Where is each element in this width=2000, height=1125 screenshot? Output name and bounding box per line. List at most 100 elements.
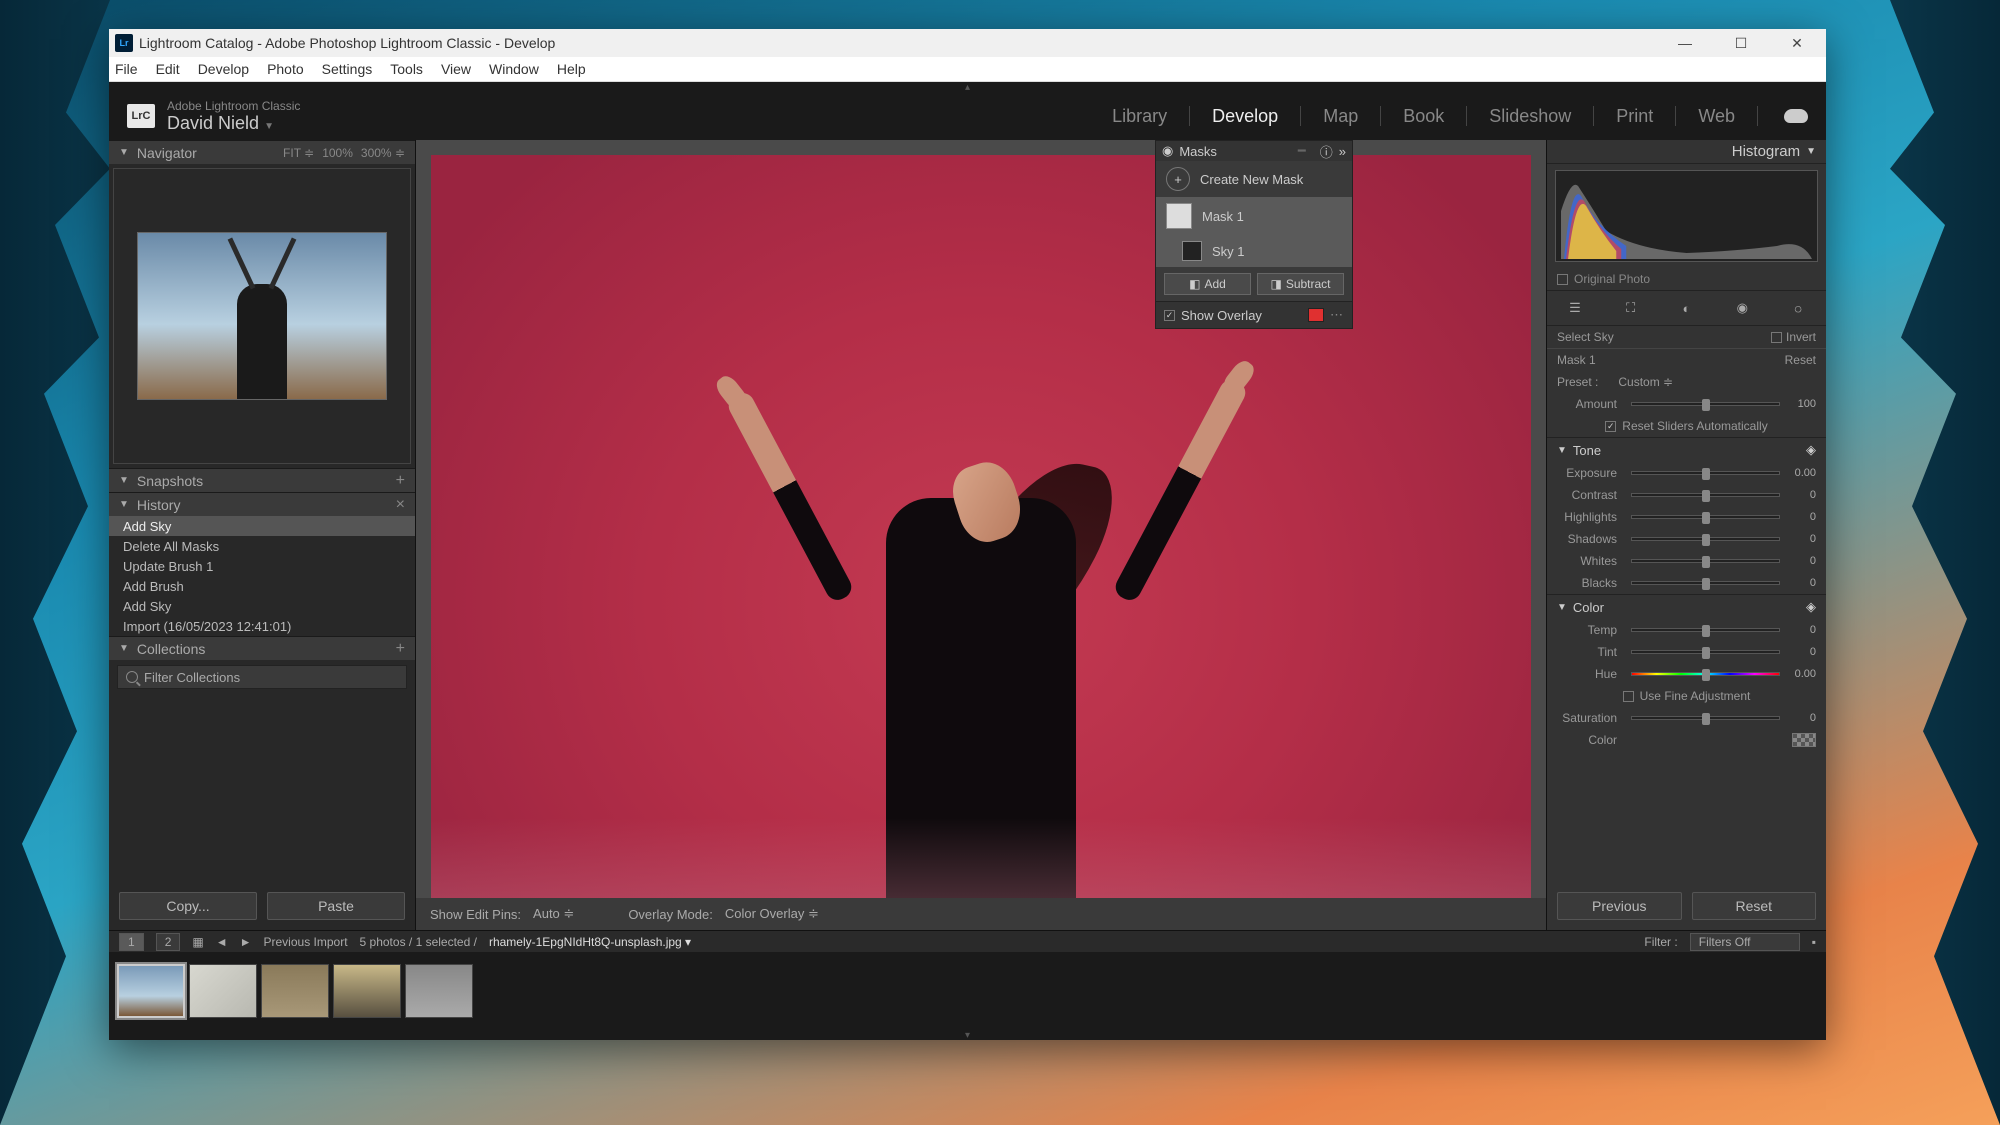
- grid-icon[interactable]: ▦: [192, 935, 203, 949]
- masks-panel-header[interactable]: ◉ Masks ━ ⓘ »: [1156, 141, 1352, 161]
- filmstrip-thumb[interactable]: [405, 964, 473, 1018]
- menu-photo[interactable]: Photo: [267, 61, 304, 77]
- history-item[interactable]: Add Sky: [109, 596, 415, 616]
- menu-file[interactable]: File: [115, 61, 138, 77]
- filmstrip-thumb[interactable]: [189, 964, 257, 1018]
- history-item[interactable]: Update Brush 1: [109, 556, 415, 576]
- histogram[interactable]: [1555, 170, 1818, 262]
- prev-photo-icon[interactable]: ◄: [216, 935, 228, 949]
- help-icon[interactable]: ⓘ: [1320, 142, 1333, 161]
- menu-help[interactable]: Help: [557, 61, 586, 77]
- blacks-slider[interactable]: [1631, 581, 1780, 585]
- exposure-slider[interactable]: [1631, 471, 1780, 475]
- whites-slider[interactable]: [1631, 559, 1780, 563]
- mask-item[interactable]: Mask 1: [1156, 197, 1352, 235]
- filter-collections-input[interactable]: Filter Collections: [117, 665, 407, 689]
- view-mode-2[interactable]: 2: [156, 933, 181, 951]
- mask-subtract-button[interactable]: ◨ Subtract: [1257, 273, 1344, 295]
- overlay-mode-dropdown[interactable]: Color Overlay ≑: [725, 906, 819, 922]
- navigator-preview[interactable]: [113, 168, 411, 464]
- module-map[interactable]: Map: [1319, 106, 1362, 127]
- menu-view[interactable]: View: [441, 61, 471, 77]
- overlay-menu-icon[interactable]: ⋯: [1330, 307, 1344, 323]
- menu-edit[interactable]: Edit: [156, 61, 180, 77]
- copy-button[interactable]: Copy...: [119, 892, 257, 920]
- edit-sliders-icon[interactable]: ☰: [1564, 297, 1586, 319]
- tint-slider[interactable]: [1631, 650, 1780, 654]
- saturation-slider[interactable]: [1631, 716, 1780, 720]
- view-mode-1[interactable]: 1: [119, 933, 144, 951]
- add-collection-icon[interactable]: +: [396, 640, 405, 658]
- reset-button[interactable]: Reset: [1692, 892, 1817, 920]
- user-name[interactable]: David Nield: [167, 113, 259, 133]
- module-library[interactable]: Library: [1108, 106, 1171, 127]
- history-header[interactable]: ▼ History ×: [109, 492, 415, 516]
- edit-pins-dropdown[interactable]: Auto ≑: [533, 906, 574, 922]
- close-button[interactable]: ✕: [1782, 35, 1812, 52]
- bottom-panel-collapse[interactable]: ▾: [109, 1030, 1826, 1040]
- histogram-header[interactable]: Histogram ▼: [1547, 140, 1826, 164]
- history-item[interactable]: Add Brush: [109, 576, 415, 596]
- filter-lock-icon[interactable]: ▪: [1812, 935, 1816, 949]
- invert-checkbox[interactable]: [1771, 332, 1782, 343]
- crop-icon[interactable]: ⛶: [1620, 297, 1642, 319]
- module-web[interactable]: Web: [1694, 106, 1739, 127]
- filmstrip-thumb[interactable]: [261, 964, 329, 1018]
- redeye-icon[interactable]: ◉: [1731, 297, 1753, 319]
- filter-dropdown[interactable]: Filters Off: [1690, 933, 1800, 951]
- eye-icon[interactable]: ◉: [1162, 143, 1173, 159]
- mask-add-button[interactable]: ◧ Add: [1164, 273, 1251, 295]
- fine-adjust-checkbox[interactable]: [1623, 691, 1634, 702]
- minimize-button[interactable]: —: [1670, 35, 1700, 52]
- filename[interactable]: rhamely-1EpgNIdHt8Q-unsplash.jpg ▾: [489, 935, 691, 949]
- mask-reset-link[interactable]: Reset: [1785, 353, 1816, 367]
- history-item[interactable]: Add Sky: [109, 516, 415, 536]
- preset-dropdown[interactable]: Custom ≑: [1618, 375, 1673, 389]
- snapshots-header[interactable]: ▼ Snapshots +: [109, 468, 415, 492]
- reset-auto-checkbox[interactable]: ✓: [1605, 421, 1616, 432]
- add-snapshot-icon[interactable]: +: [396, 472, 405, 490]
- color-section-header[interactable]: ▼Color◈: [1547, 594, 1826, 619]
- history-item[interactable]: Delete All Masks: [109, 536, 415, 556]
- zoom-300[interactable]: 300% ≑: [361, 146, 405, 160]
- cloud-sync-icon[interactable]: [1784, 109, 1808, 123]
- temp-slider[interactable]: [1631, 628, 1780, 632]
- panel-grip-icon[interactable]: ━: [1298, 143, 1308, 159]
- collection-name[interactable]: Previous Import: [264, 935, 348, 949]
- menu-window[interactable]: Window: [489, 61, 539, 77]
- eye-icon[interactable]: ◈: [1806, 599, 1816, 615]
- paste-button[interactable]: Paste: [267, 892, 405, 920]
- navigator-header[interactable]: ▼ Navigator FIT ≑ 100% 300% ≑: [109, 140, 415, 164]
- clear-history-icon[interactable]: ×: [396, 496, 405, 514]
- top-panel-collapse[interactable]: ▴: [109, 82, 1826, 92]
- healing-icon[interactable]: ◐: [1675, 297, 1697, 319]
- create-new-mask[interactable]: + Create New Mask: [1156, 161, 1352, 197]
- original-photo-checkbox[interactable]: [1557, 274, 1568, 285]
- zoom-fit[interactable]: FIT ≑: [283, 146, 314, 160]
- filmstrip-thumb[interactable]: [333, 964, 401, 1018]
- highlights-slider[interactable]: [1631, 515, 1780, 519]
- mask-subitem[interactable]: Sky 1: [1156, 235, 1352, 267]
- collapse-icon[interactable]: »: [1339, 144, 1346, 159]
- tone-section-header[interactable]: ▼Tone◈: [1547, 437, 1826, 462]
- collections-header[interactable]: ▼ Collections +: [109, 636, 415, 660]
- shadows-slider[interactable]: [1631, 537, 1780, 541]
- maximize-button[interactable]: ☐: [1726, 35, 1756, 52]
- filmstrip-thumb[interactable]: [117, 964, 185, 1018]
- menu-develop[interactable]: Develop: [198, 61, 249, 77]
- contrast-slider[interactable]: [1631, 493, 1780, 497]
- color-swatch[interactable]: [1792, 733, 1816, 747]
- module-develop[interactable]: Develop: [1208, 106, 1282, 127]
- show-overlay-checkbox[interactable]: ✓: [1164, 310, 1175, 321]
- hue-slider[interactable]: [1631, 672, 1780, 676]
- masking-icon[interactable]: ◌: [1787, 297, 1809, 319]
- module-book[interactable]: Book: [1399, 106, 1448, 127]
- menu-settings[interactable]: Settings: [322, 61, 373, 77]
- eye-icon[interactable]: ◈: [1806, 442, 1816, 458]
- user-dropdown-icon[interactable]: ▼: [264, 121, 274, 132]
- module-print[interactable]: Print: [1612, 106, 1657, 127]
- next-photo-icon[interactable]: ►: [240, 935, 252, 949]
- previous-button[interactable]: Previous: [1557, 892, 1682, 920]
- menu-tools[interactable]: Tools: [390, 61, 423, 77]
- zoom-100[interactable]: 100%: [322, 146, 353, 160]
